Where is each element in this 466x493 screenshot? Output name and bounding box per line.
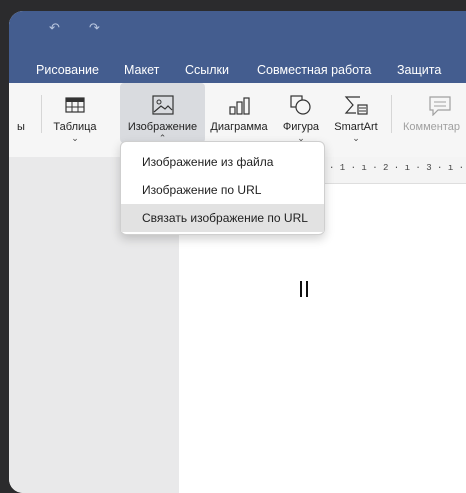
menu-layout[interactable]: Макет — [124, 63, 159, 77]
chart-icon — [229, 97, 250, 115]
menu-collaboration[interactable]: Совместная работа — [257, 63, 371, 77]
chevron-down-icon: ⌄ — [71, 133, 79, 143]
divider — [41, 95, 42, 133]
shape-button[interactable]: Фигура ⌄ — [277, 83, 325, 143]
comment-icon — [429, 96, 451, 116]
diagram-button[interactable]: Диаграмма — [207, 83, 271, 143]
menu-drawing[interactable]: Рисование — [36, 63, 99, 77]
chevron-down-icon: ⌄ — [352, 133, 360, 143]
app-window: ↶ ↷ Рисование Макет Ссылки Совместная ра… — [9, 11, 466, 493]
redo-icon[interactable]: ↷ — [89, 20, 100, 36]
menu-references[interactable]: Ссылки — [185, 63, 229, 77]
shape-icon — [290, 95, 311, 115]
comment-button[interactable]: Комментар — [399, 83, 466, 143]
smartart-icon — [344, 96, 368, 115]
table-button[interactable]: Таблица ⌄ — [49, 83, 101, 143]
image-dropdown-menu: Изображение из файла Изображение по URL … — [120, 141, 325, 235]
title-bar: ↶ ↷ — [9, 11, 466, 43]
menu-item-image-from-file[interactable]: Изображение из файла — [121, 148, 324, 176]
menu-item-image-from-url[interactable]: Изображение по URL — [121, 176, 324, 204]
divider — [391, 95, 392, 133]
table-icon — [65, 97, 85, 113]
image-button[interactable]: Изображение ⌃ — [120, 83, 205, 143]
menu-item-link-image-url[interactable]: Связать изображение по URL — [121, 204, 324, 232]
undo-icon[interactable]: ↶ — [49, 20, 60, 36]
menu-bar: Рисование Макет Ссылки Совместная работа… — [9, 43, 466, 83]
image-icon — [152, 95, 174, 115]
ribbon-cut-button[interactable]: ы — [9, 83, 33, 143]
smartart-button[interactable]: SmartArt ⌄ — [328, 83, 384, 143]
menu-protection[interactable]: Защита — [397, 63, 441, 77]
text-cursor-icon — [300, 281, 308, 297]
